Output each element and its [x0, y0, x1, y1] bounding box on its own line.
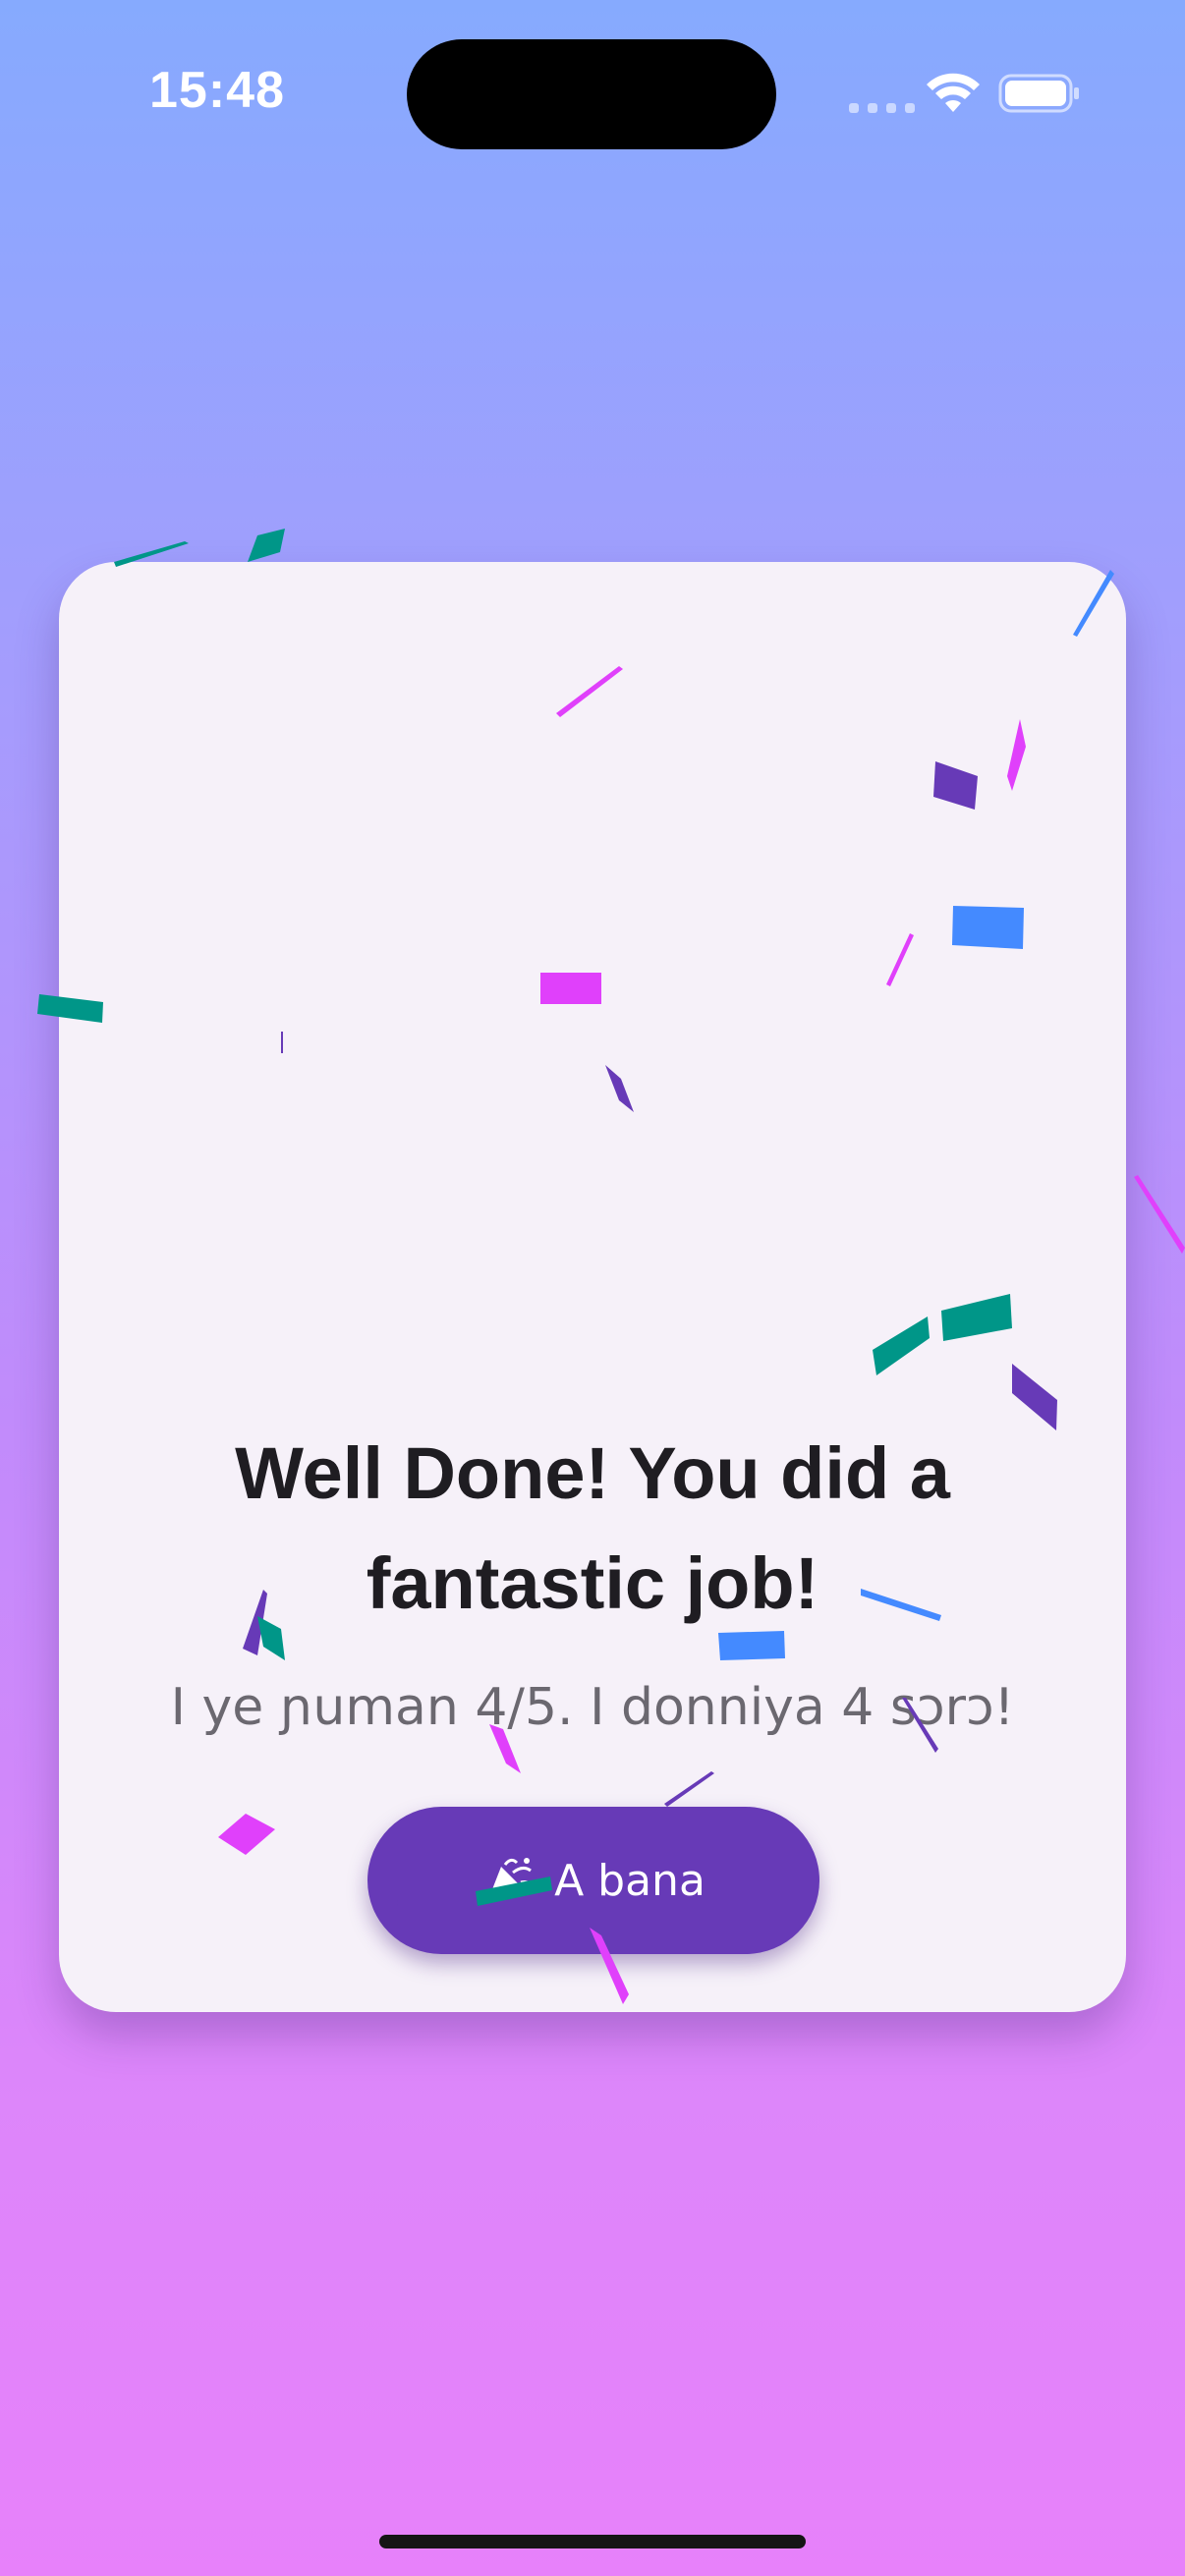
cellular-signal-icon [849, 103, 915, 113]
home-indicator [379, 2535, 806, 2548]
home-button-label: A bana [554, 1855, 705, 1906]
status-time: 15:48 [149, 62, 285, 119]
home-button[interactable]: A bana [367, 1807, 819, 1954]
result-title: Well Done! You did a fantastic job! [235, 1432, 950, 1624]
status-bar: 15:48 [0, 0, 1185, 196]
result-card: Well Done! You did a fantastic job! I ye… [59, 562, 1126, 2012]
score-text: I ye ɲuman 4/5. I donniya 4 sɔrɔ! [170, 1678, 1015, 1737]
battery-icon [998, 74, 1079, 113]
wifi-icon [927, 73, 980, 112]
confetti-piece [1134, 1175, 1185, 1254]
confetti-piece [248, 529, 285, 562]
dynamic-island [407, 39, 776, 149]
party-popper-icon [487, 1858, 535, 1902]
